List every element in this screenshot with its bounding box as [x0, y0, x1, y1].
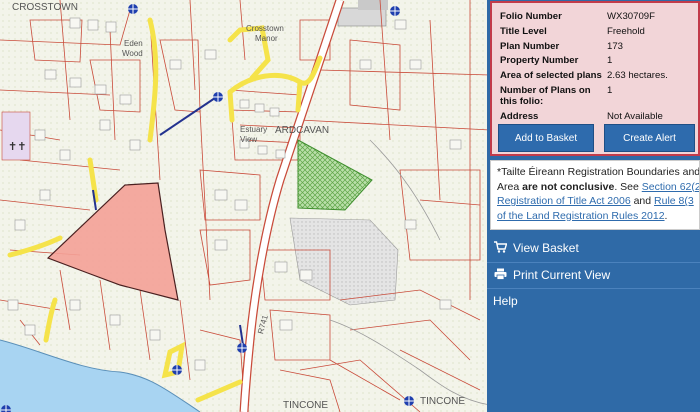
disclaimer-notice: *Tailte Éireann Registration Boundaries … [490, 160, 700, 230]
create-alert-button[interactable]: Create Alert [604, 124, 695, 152]
marker-icon [237, 343, 247, 353]
place-label-wood: Wood [122, 49, 143, 58]
title-level-value: Freehold [607, 26, 645, 37]
title-level-label: Title Level [500, 26, 547, 37]
area-value: 2.63 hectares. [607, 70, 668, 81]
folio-label: Folio Number [500, 11, 562, 22]
property-number-label: Property Number [500, 55, 579, 66]
menu-divider [487, 288, 700, 289]
notice-line-4: of the Land Registration Rules 2012. [497, 209, 699, 224]
print-view-link[interactable]: Print Current View [493, 264, 698, 286]
place-label-crosstown-manor-1: Crosstown [246, 24, 284, 33]
section-62-link[interactable]: Section 62(2) c [642, 181, 699, 193]
registration-act-link[interactable]: Registration of Title Act 2006 [497, 195, 631, 207]
help-label: Help [493, 294, 518, 308]
help-link[interactable]: Help [493, 290, 698, 312]
place-label-crosstown: CROSSTOWN [12, 2, 78, 13]
address-value: Not Available [607, 111, 663, 122]
place-label-eden: Eden [124, 39, 143, 48]
notice-line-3: Registration of Title Act 2006 and Rule … [497, 194, 699, 209]
place-label-estuary: Estuary [240, 125, 267, 134]
notice-text-4: and [630, 195, 655, 207]
place-label-tincone-2: TINCONE [420, 396, 465, 407]
building-block [358, 0, 388, 10]
plans-count-label: Number of Plans on this folio: [500, 85, 591, 107]
plans-count-value: 1 [607, 85, 613, 96]
notice-text-3: . See [614, 180, 642, 193]
notice-text-5: . [664, 209, 668, 222]
notice-text-1: *Tailte Éireann Registration Boundaries … [497, 166, 700, 178]
marker-icon [390, 6, 400, 16]
plan-number-label: Plan Number [500, 41, 560, 52]
print-icon [493, 268, 507, 283]
notice-line-1: *Tailte Éireann Registration Boundaries … [497, 165, 699, 180]
add-to-basket-button[interactable]: Add to Basket [498, 124, 594, 152]
cart-icon [493, 240, 507, 256]
notice-text-2: Area [497, 180, 523, 193]
folio-info-box: Folio Number WX30709F Title Level Freeho… [490, 1, 700, 156]
plan-number-value: 173 [607, 41, 624, 52]
folio-value: WX30709F [607, 11, 655, 22]
view-basket-link[interactable]: View Basket [493, 237, 698, 259]
place-label-tincone-1: TINCONE [283, 400, 328, 411]
place-label-view: View [240, 135, 257, 144]
map-view[interactable]: ✝✝ CROSSTOWN Eden Wood Crosstown Manor E… [0, 0, 490, 412]
area-label: Area of selected plans [500, 70, 602, 81]
marker-icon [128, 4, 138, 14]
marker-icon [213, 92, 223, 102]
church-icon: ✝✝ [8, 141, 26, 153]
print-view-label: Print Current View [513, 268, 611, 282]
building-block [337, 7, 387, 27]
place-label-ardcavan: ARDCAVAN [275, 125, 329, 136]
land-registration-rules-link[interactable]: of the Land Registration Rules 2012 [497, 210, 665, 222]
side-panel: Folio Number WX30709F Title Level Freeho… [487, 0, 700, 412]
marker-icon [404, 396, 414, 406]
property-number-value: 1 [607, 55, 613, 66]
view-basket-label: View Basket [513, 241, 579, 255]
menu-divider [487, 262, 700, 263]
marker-icon [172, 365, 182, 375]
notice-bold-text: are not conclusive [522, 180, 615, 193]
place-label-crosstown-manor-2: Manor [255, 34, 278, 43]
rule-8-link[interactable]: Rule 8(3 [654, 195, 694, 207]
map-canvas: ✝✝ CROSSTOWN Eden Wood Crosstown Manor E… [0, 0, 490, 412]
address-label: Address [500, 111, 539, 122]
notice-line-2: Area are not conclusive. See Section 62(… [497, 180, 699, 195]
